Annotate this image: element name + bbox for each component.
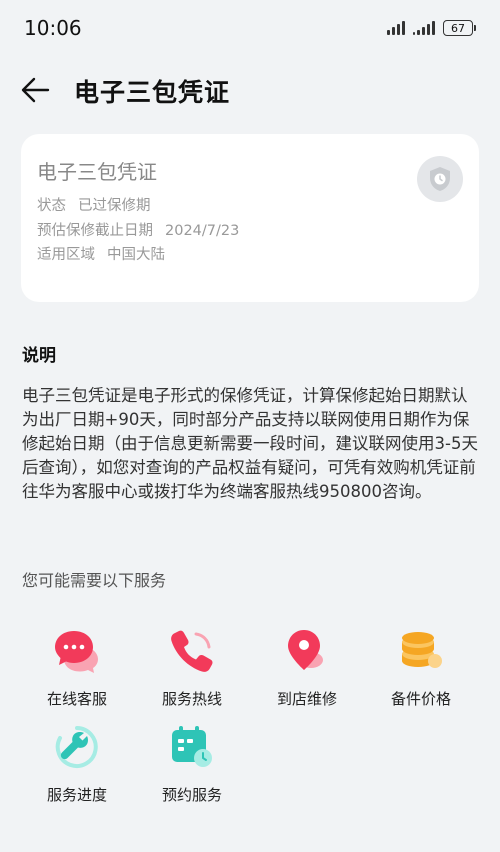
service-progress[interactable]: 服务进度 bbox=[22, 724, 132, 805]
chat-bubble-icon bbox=[55, 631, 98, 673]
service-store-repair[interactable]: 到店维修 bbox=[252, 628, 362, 709]
phone-icon bbox=[171, 630, 213, 672]
shield-clock-icon bbox=[417, 156, 463, 202]
service-label: 服务热线 bbox=[161, 690, 222, 708]
card-row-value: 已过保修期 bbox=[78, 198, 151, 214]
battery-level: 67 bbox=[443, 20, 473, 36]
signal-2-icon bbox=[413, 21, 435, 35]
explanation-title: 说明 bbox=[22, 346, 56, 366]
card-row-region: 适用区域 中国大陆 bbox=[37, 243, 165, 264]
card-row-key: 预估保修截止日期 bbox=[37, 223, 153, 239]
service-online-support[interactable]: 在线客服 bbox=[22, 628, 132, 709]
status-time: 10:06 bbox=[24, 16, 82, 40]
service-appointment[interactable]: 预约服务 bbox=[137, 724, 247, 805]
warranty-card: 电子三包凭证 状态 已过保修期 预估保修截止日期 2024/7/23 适用区域 中国大… bbox=[21, 134, 479, 302]
page-title: 电子三包凭证 bbox=[74, 78, 231, 107]
service-label: 预约服务 bbox=[161, 786, 222, 804]
service-label: 到店维修 bbox=[276, 690, 337, 708]
services-title: 您可能需要以下服务 bbox=[22, 571, 167, 590]
service-label: 服务进度 bbox=[46, 786, 107, 804]
card-row-key: 状态 bbox=[37, 198, 66, 214]
card-row-key: 适用区域 bbox=[37, 247, 95, 263]
status-icons: 67 bbox=[387, 18, 476, 38]
card-row-value: 中国大陆 bbox=[107, 247, 165, 263]
card-title: 电子三包凭证 bbox=[37, 160, 157, 184]
back-button[interactable] bbox=[18, 72, 54, 108]
back-arrow-icon bbox=[21, 77, 50, 103]
progress-wrench-icon bbox=[55, 726, 98, 768]
header: 电子三包凭证 bbox=[0, 56, 500, 120]
card-row-value: 2024/7/23 bbox=[165, 223, 240, 239]
service-label: 备件价格 bbox=[390, 690, 451, 708]
calendar-clock-icon bbox=[172, 726, 212, 767]
location-pin-icon bbox=[288, 630, 323, 670]
signal-icon bbox=[387, 21, 405, 35]
service-hotline[interactable]: 服务热线 bbox=[137, 628, 247, 709]
service-label: 在线客服 bbox=[46, 690, 107, 708]
status-bar: 10:06 67 bbox=[0, 0, 500, 56]
card-row-deadline: 预估保修截止日期 2024/7/23 bbox=[37, 219, 239, 240]
explanation-text: 电子三包凭证是电子形式的保修凭证，计算保修起始日期默认为出厂日期+90天，同时部… bbox=[22, 386, 478, 501]
battery-icon: 67 bbox=[443, 20, 476, 36]
service-parts-price[interactable]: 备件价格 bbox=[366, 628, 476, 709]
card-row-status: 状态 已过保修期 bbox=[37, 194, 151, 215]
coin-stack-icon bbox=[402, 632, 442, 668]
